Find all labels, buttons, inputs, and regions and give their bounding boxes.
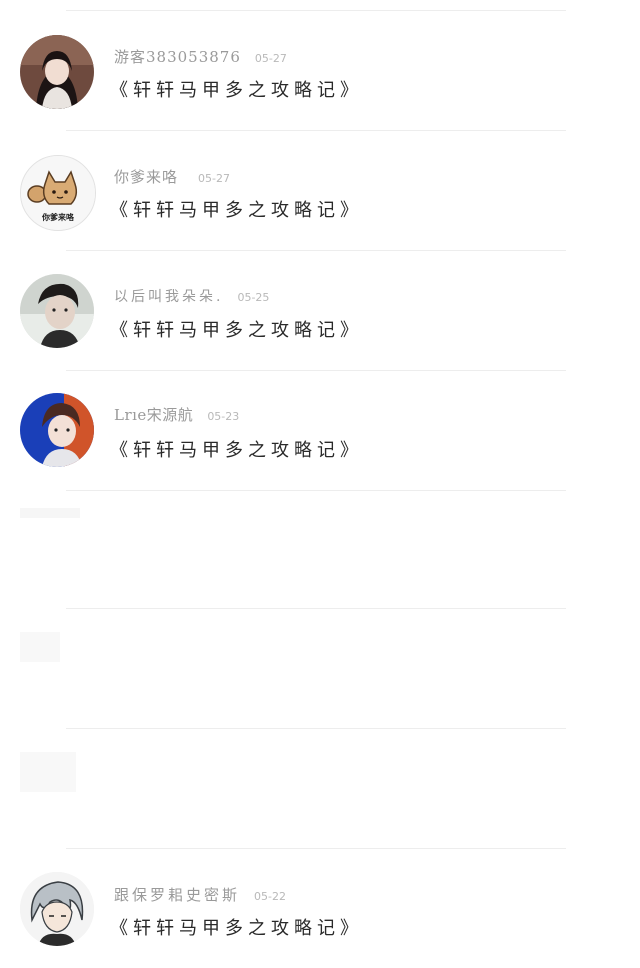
avatar-boy-photo-icon[interactable]: [20, 274, 94, 348]
avatar-anime-grey-hair-icon[interactable]: [20, 872, 94, 946]
comment-meta: Lrıe宋源航 05-23: [114, 404, 239, 424]
avatar-girl-dark-hair-icon[interactable]: [20, 35, 94, 109]
username[interactable]: 以后叫我朵朵.: [114, 289, 223, 305]
comment-text: 《轩轩马甲多之攻略记》: [110, 80, 363, 101]
comment-date: 05-23: [207, 410, 240, 423]
divider: [66, 130, 566, 131]
divider: [66, 10, 566, 11]
comment-item[interactable]: 你爹来咯 你爹来咯 05-27 《轩轩马甲多之攻略记》: [0, 140, 640, 250]
comment-text: 《轩轩马甲多之攻略记》: [110, 918, 363, 939]
username[interactable]: 跟保罗耜史密斯: [114, 886, 240, 904]
comment-feed: 游客383053876 05-27 《轩轩马甲多之攻略记》 你爹来咯 你爹来咯 05…: [0, 0, 640, 948]
username[interactable]: 游客383053876: [114, 48, 241, 66]
comment-date: 05-25: [237, 291, 270, 304]
comment-item[interactable]: Lrıe宋源航 05-23 《轩轩马甲多之攻略记》: [0, 380, 640, 490]
divider: [66, 490, 566, 491]
comment-meta: 跟保罗耜史密斯 05-22: [114, 884, 286, 904]
comment-item[interactable]: 跟保罗耜史密斯 05-22 《轩轩马甲多之攻略记》: [0, 858, 640, 968]
comment-text: 《轩轩马甲多之攻略记》: [110, 440, 363, 461]
divider: [66, 608, 566, 609]
avatar-cartoon-cat-icon[interactable]: 你爹来咯: [20, 155, 96, 231]
comment-meta: 你爹来咯 05-27: [114, 166, 230, 186]
comment-date: 05-27: [198, 172, 230, 185]
comment-meta: 以后叫我朵朵. 05-25: [114, 286, 269, 306]
svg-text:你爹来咯: 你爹来咯: [41, 212, 75, 222]
comment-item[interactable]: 游客383053876 05-27 《轩轩马甲多之攻略记》: [0, 20, 640, 130]
comment-text: 《轩轩马甲多之攻略记》: [110, 320, 363, 341]
username[interactable]: Lrıe宋源航: [114, 406, 193, 424]
faint-artifact: [20, 752, 76, 792]
divider: [66, 848, 566, 849]
avatar-boy-blue-bg-icon[interactable]: [20, 393, 94, 467]
comment-meta: 游客383053876 05-27: [114, 46, 287, 66]
divider: [66, 728, 566, 729]
divider: [66, 370, 566, 371]
comment-date: 05-27: [254, 52, 287, 65]
divider: [66, 250, 566, 251]
faint-artifact: [20, 508, 80, 518]
comment-item[interactable]: 以后叫我朵朵. 05-25 《轩轩马甲多之攻略记》: [0, 260, 640, 370]
faint-artifact: [20, 632, 60, 662]
username[interactable]: 你爹来咯: [114, 168, 178, 186]
comment-text: 《轩轩马甲多之攻略记》: [110, 200, 363, 221]
comment-date: 05-22: [254, 890, 286, 903]
